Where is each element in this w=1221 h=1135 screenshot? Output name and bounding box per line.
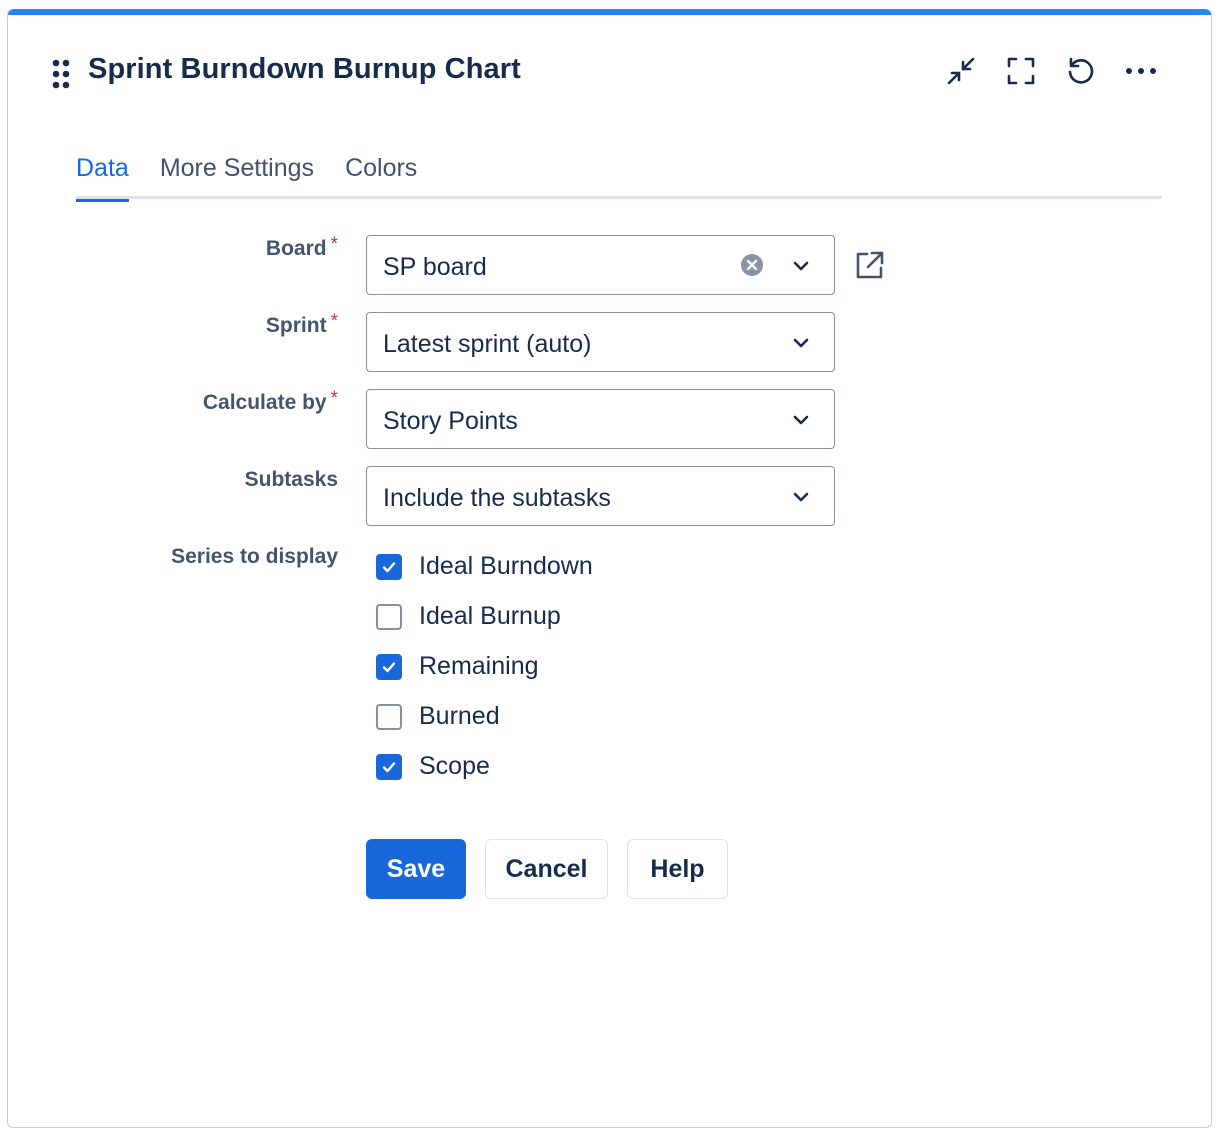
subtasks-select[interactable]: Include the subtasks: [366, 466, 835, 526]
checkbox-unchecked[interactable]: [376, 604, 402, 630]
checkbox-label: Remaining: [419, 652, 539, 680]
board-label: Board *: [265, 234, 338, 261]
checkbox-checked[interactable]: [376, 554, 402, 580]
tab-bar: Data More Settings Colors: [76, 149, 1162, 202]
calculate-by-label-text: Calculate by: [202, 391, 327, 414]
gadget-title: Sprint Burndown Burnup Chart: [88, 53, 521, 85]
series-scope[interactable]: Scope: [376, 752, 676, 802]
drag-handle-icon[interactable]: [52, 59, 70, 89]
refresh-icon[interactable]: [1051, 51, 1111, 91]
sprint-value: Latest sprint (auto): [383, 330, 592, 358]
board-value: SP board: [383, 253, 487, 281]
checkbox-unchecked[interactable]: [376, 704, 402, 730]
board-label-text: Board: [265, 237, 327, 260]
required-marker: *: [330, 234, 338, 255]
clear-icon[interactable]: [740, 253, 764, 277]
checkbox-checked[interactable]: [376, 754, 402, 780]
series-burned[interactable]: Burned: [376, 702, 676, 752]
checkbox-label: Ideal Burnup: [419, 602, 561, 630]
save-button[interactable]: Save: [366, 839, 466, 899]
chevron-down-icon: [792, 412, 810, 428]
tab-colors[interactable]: Colors: [345, 149, 417, 199]
gadget-header: Sprint Burndown Burnup Chart: [8, 15, 1211, 125]
required-marker: *: [330, 311, 338, 332]
checkbox-label: Burned: [419, 702, 500, 730]
series-ideal-burnup[interactable]: Ideal Burnup: [376, 602, 676, 652]
subtasks-label: Subtasks: [244, 468, 338, 491]
checkbox-checked[interactable]: [376, 654, 402, 680]
checkbox-label: Ideal Burndown: [419, 552, 593, 580]
chevron-down-icon: [792, 258, 810, 274]
series-ideal-burndown[interactable]: Ideal Burndown: [376, 552, 676, 602]
fullscreen-icon[interactable]: [991, 51, 1051, 91]
more-icon[interactable]: [1111, 51, 1171, 91]
chevron-down-icon: [792, 489, 810, 505]
series-remaining[interactable]: Remaining: [376, 652, 676, 702]
calculate-by-label: Calculate by *: [202, 388, 338, 415]
sprint-select[interactable]: Latest sprint (auto): [366, 312, 835, 372]
sprint-label-text: Sprint: [265, 314, 327, 337]
calculate-by-value: Story Points: [383, 407, 518, 435]
sprint-label: Sprint *: [265, 311, 338, 338]
series-checkbox-group: Ideal Burndown Ideal Burnup Remaining Bu…: [376, 552, 676, 802]
help-button[interactable]: Help: [627, 839, 728, 899]
tab-data[interactable]: Data: [76, 149, 129, 202]
required-marker: *: [330, 388, 338, 409]
cancel-button[interactable]: Cancel: [485, 839, 608, 899]
chevron-down-icon: [792, 335, 810, 351]
open-external-icon[interactable]: [853, 249, 885, 281]
gadget-panel: Sprint Burndown Burnup Chart Data More S…: [7, 9, 1212, 1128]
header-actions: [931, 51, 1171, 91]
collapse-icon[interactable]: [931, 51, 991, 91]
subtasks-value: Include the subtasks: [383, 484, 611, 512]
checkbox-label: Scope: [419, 752, 490, 780]
series-label: Series to display: [171, 545, 338, 568]
form-actions: Save Cancel Help: [366, 839, 747, 899]
calculate-by-select[interactable]: Story Points: [366, 389, 835, 449]
tab-more-settings[interactable]: More Settings: [160, 149, 314, 199]
board-select[interactable]: SP board: [366, 235, 835, 295]
